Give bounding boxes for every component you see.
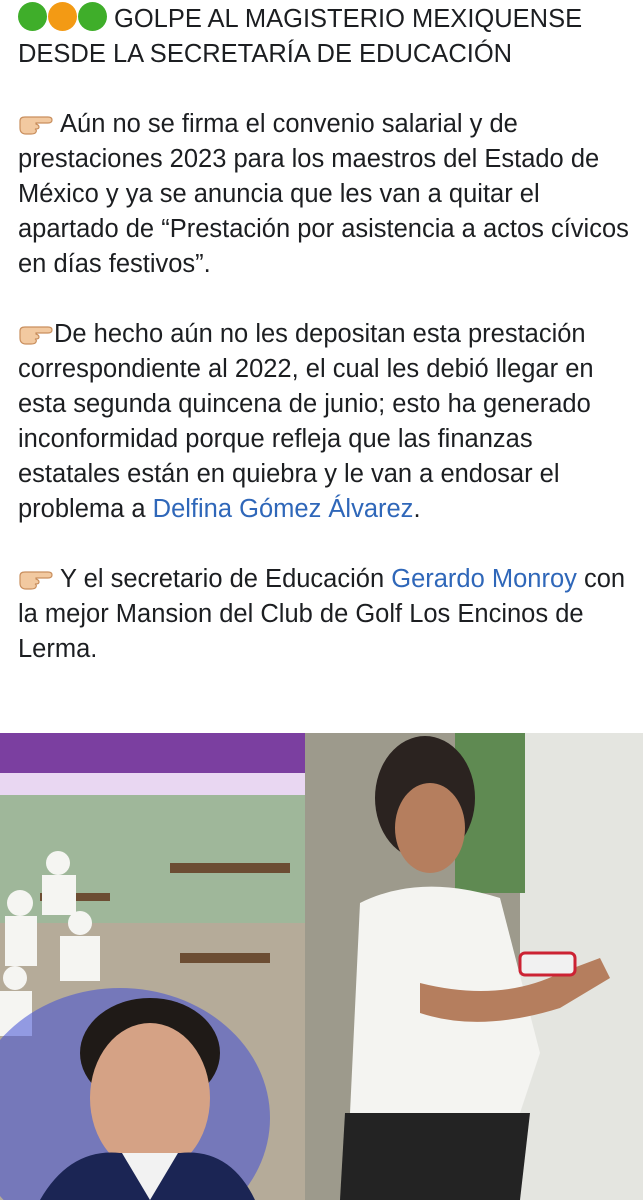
orange-circle-icon <box>48 2 77 31</box>
pointing-hand-icon <box>19 326 53 345</box>
classroom-collage-illustration <box>0 733 643 1200</box>
delfina-gomez-link[interactable]: Delfina Gómez Álvarez <box>153 495 414 523</box>
title-line-1: GOLPE AL MAGISTERIO MEXIQUENSE <box>114 5 583 33</box>
green-circle-icon <box>78 2 107 31</box>
paragraph-3-text: Y el secretario de Educación <box>60 565 392 593</box>
paragraph-2: De hecho aún no les depositan esta prest… <box>18 317 633 527</box>
social-post: GOLPE AL MAGISTERIO MEXIQUENSE DESDE LA … <box>0 0 643 1200</box>
title-line-2: DESDE LA SECRETARÍA DE EDUCACIÓN <box>18 40 513 68</box>
pointing-hand-icon <box>19 571 53 590</box>
paragraph-1-text: Aún no se firma el convenio salarial y d… <box>18 110 629 278</box>
paragraph-2-end: . <box>413 495 421 523</box>
green-circle-icon <box>18 2 47 31</box>
paragraph-2-text: De hecho aún no les depositan esta prest… <box>18 320 594 523</box>
paragraph-1: Aún no se firma el convenio salarial y d… <box>18 107 633 282</box>
gerardo-monroy-link[interactable]: Gerardo Monroy <box>391 565 577 593</box>
post-title: GOLPE AL MAGISTERIO MEXIQUENSE DESDE LA … <box>18 2 633 72</box>
paragraph-3: Y el secretario de Educación Gerardo Mon… <box>18 562 633 667</box>
post-image[interactable] <box>0 733 643 1200</box>
post-text: GOLPE AL MAGISTERIO MEXIQUENSE DESDE LA … <box>18 0 633 667</box>
pointing-hand-icon <box>19 116 53 135</box>
